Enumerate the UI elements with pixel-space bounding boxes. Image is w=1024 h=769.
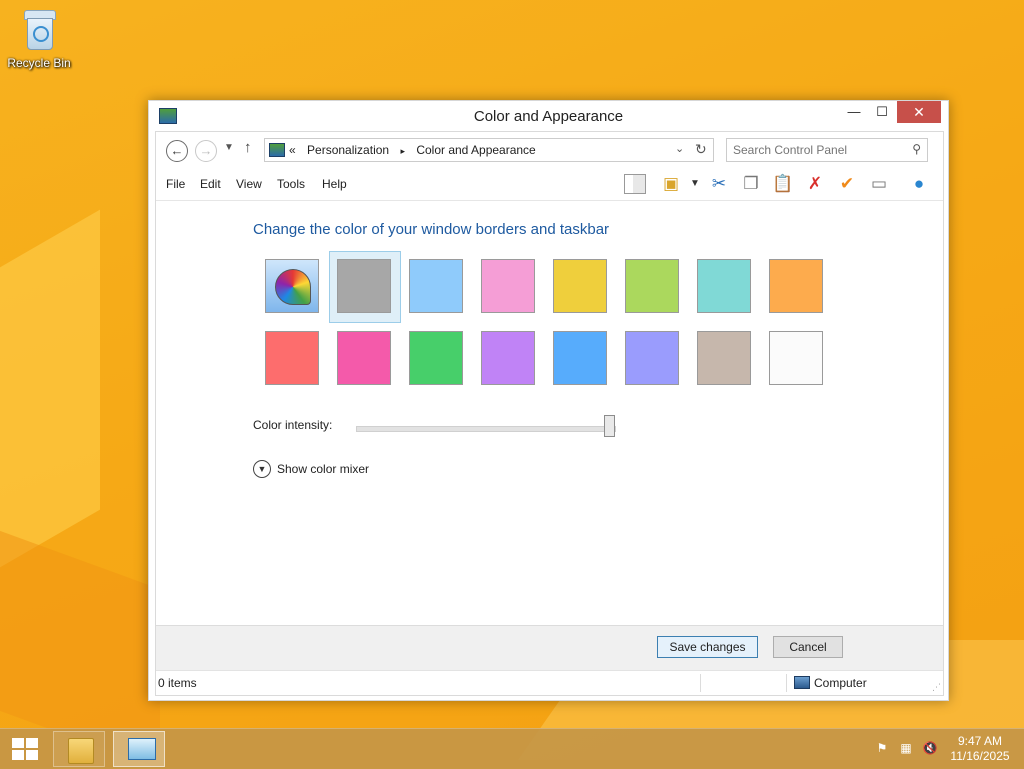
item-count: 0 items	[158, 676, 197, 690]
close-button[interactable]: ✕	[897, 101, 941, 123]
breadcrumb: « Personalization ▸ Color and Appearance	[289, 143, 544, 157]
network-icon[interactable]: ▦	[898, 740, 914, 756]
copy-icon[interactable]: ❐	[740, 173, 762, 195]
address-bar[interactable]: « Personalization ▸ Color and Appearance…	[264, 138, 714, 162]
color-swatch[interactable]	[409, 259, 463, 313]
content-area: Change the color of your window borders …	[156, 201, 943, 624]
color-swatch[interactable]	[481, 331, 535, 385]
minimize-button[interactable]: —	[841, 101, 867, 123]
chevron-down-icon[interactable]: ⌄	[675, 142, 684, 155]
desktop-icon-recycle-bin[interactable]: Recycle Bin	[6, 8, 72, 70]
color-swatch[interactable]	[769, 259, 823, 313]
breadcrumb-color-appearance[interactable]: Color and Appearance	[416, 143, 535, 157]
taskbar: ⚑ ▦ 🔇 9:47 AM 11/16/2025	[0, 728, 1024, 769]
refresh-icon[interactable]: ↻	[695, 141, 707, 158]
computer-icon	[794, 676, 810, 689]
page-heading: Change the color of your window borders …	[253, 221, 610, 238]
layout-pane-icon[interactable]	[624, 174, 646, 194]
status-location: Computer	[814, 676, 867, 690]
color-swatch-automatic[interactable]	[265, 259, 319, 313]
properties-icon[interactable]: ▭	[868, 173, 890, 195]
title-bar[interactable]: Color and Appearance — ☐ ✕	[149, 101, 948, 131]
color-swatch[interactable]	[337, 259, 391, 313]
start-button[interactable]	[12, 738, 38, 760]
status-divider	[786, 674, 787, 692]
show-color-mixer-label[interactable]: Show color mixer	[277, 462, 369, 476]
desktop-icon-label: Recycle Bin	[7, 56, 71, 70]
menu-help[interactable]: Help	[322, 177, 347, 191]
taskbar-control-panel[interactable]	[113, 731, 165, 767]
globe-icon[interactable]: ●	[908, 173, 930, 195]
paste-icon[interactable]: 📋	[772, 173, 794, 195]
search-box[interactable]: ⚲	[726, 138, 928, 162]
color-intensity-slider[interactable]	[356, 426, 616, 432]
save-changes-button[interactable]: Save changes	[657, 636, 758, 658]
menu-view[interactable]: View	[236, 177, 262, 191]
folder-icon	[68, 738, 94, 764]
dialog-footer: Save changes Cancel	[156, 625, 943, 670]
color-intensity-label: Color intensity:	[253, 418, 333, 432]
status-divider	[700, 674, 701, 692]
menu-tools[interactable]: Tools	[277, 177, 305, 191]
status-bar: 0 items Computer ⋰	[156, 670, 943, 695]
color-appearance-window: Color and Appearance — ☐ ✕ ← → ▼ ↑ « Per…	[148, 100, 949, 701]
window-title: Color and Appearance	[473, 108, 624, 125]
recycle-bin-icon	[22, 8, 56, 52]
color-swatch[interactable]	[625, 331, 679, 385]
cancel-button[interactable]: Cancel	[773, 636, 843, 658]
window-frame: ← → ▼ ↑ « Personalization ▸ Color and Ap…	[155, 131, 944, 696]
wallpaper-shape	[0, 209, 100, 591]
cut-icon[interactable]: ✂	[708, 173, 730, 195]
color-swatch[interactable]	[697, 331, 751, 385]
action-center-icon[interactable]: ⚑	[874, 740, 890, 756]
color-swatch[interactable]	[553, 331, 607, 385]
color-swatch[interactable]	[625, 259, 679, 313]
delete-icon[interactable]: ✗	[804, 173, 826, 195]
breadcrumb-personalization[interactable]: Personalization	[307, 143, 389, 157]
color-swatch[interactable]	[553, 259, 607, 313]
up-button[interactable]: ↑	[244, 139, 252, 156]
menu-file[interactable]: File	[166, 177, 185, 191]
navigation-bar: ← → ▼ ↑ « Personalization ▸ Color and Ap…	[156, 132, 943, 168]
breadcrumb-overflow[interactable]: «	[289, 143, 296, 157]
color-swatch[interactable]	[769, 331, 823, 385]
windows-logo-icon	[12, 738, 24, 748]
taskbar-clock[interactable]: 9:47 AM 11/16/2025	[945, 734, 1015, 764]
resize-grip-icon[interactable]: ⋰	[932, 682, 941, 693]
maximize-button[interactable]: ☐	[869, 101, 895, 123]
recent-locations-dropdown[interactable]: ▼	[224, 142, 234, 153]
menu-bar: File Edit View Tools Help ▣ ▼ ✂ ❐ 📋 ✗ ✔ …	[156, 168, 943, 201]
chevron-down-icon[interactable]: ▼	[253, 460, 271, 478]
color-swatch[interactable]	[697, 259, 751, 313]
menu-edit[interactable]: Edit	[200, 177, 221, 191]
clock-time: 9:47 AM	[957, 734, 1003, 748]
search-icon[interactable]: ⚲	[912, 142, 921, 156]
forward-button[interactable]: →	[195, 140, 217, 162]
color-swatch[interactable]	[409, 331, 463, 385]
volume-muted-icon[interactable]: 🔇	[922, 740, 938, 756]
control-panel-icon	[269, 143, 285, 157]
color-intensity-slider-thumb[interactable]	[604, 415, 615, 437]
breadcrumb-separator-icon[interactable]: ▸	[400, 146, 405, 156]
checkmark-icon[interactable]: ✔	[836, 173, 858, 195]
control-panel-icon	[128, 738, 156, 760]
color-swatch[interactable]	[265, 331, 319, 385]
chevron-down-icon[interactable]: ▼	[684, 173, 706, 195]
color-swatch[interactable]	[337, 331, 391, 385]
clock-date: 11/16/2025	[950, 749, 1010, 763]
back-button[interactable]: ←	[166, 140, 188, 162]
color-swatch[interactable]	[481, 259, 535, 313]
folder-options-icon[interactable]: ▣	[660, 173, 682, 195]
taskbar-file-explorer[interactable]	[53, 731, 105, 767]
search-input[interactable]	[731, 141, 900, 159]
color-palette-icon	[275, 269, 311, 305]
